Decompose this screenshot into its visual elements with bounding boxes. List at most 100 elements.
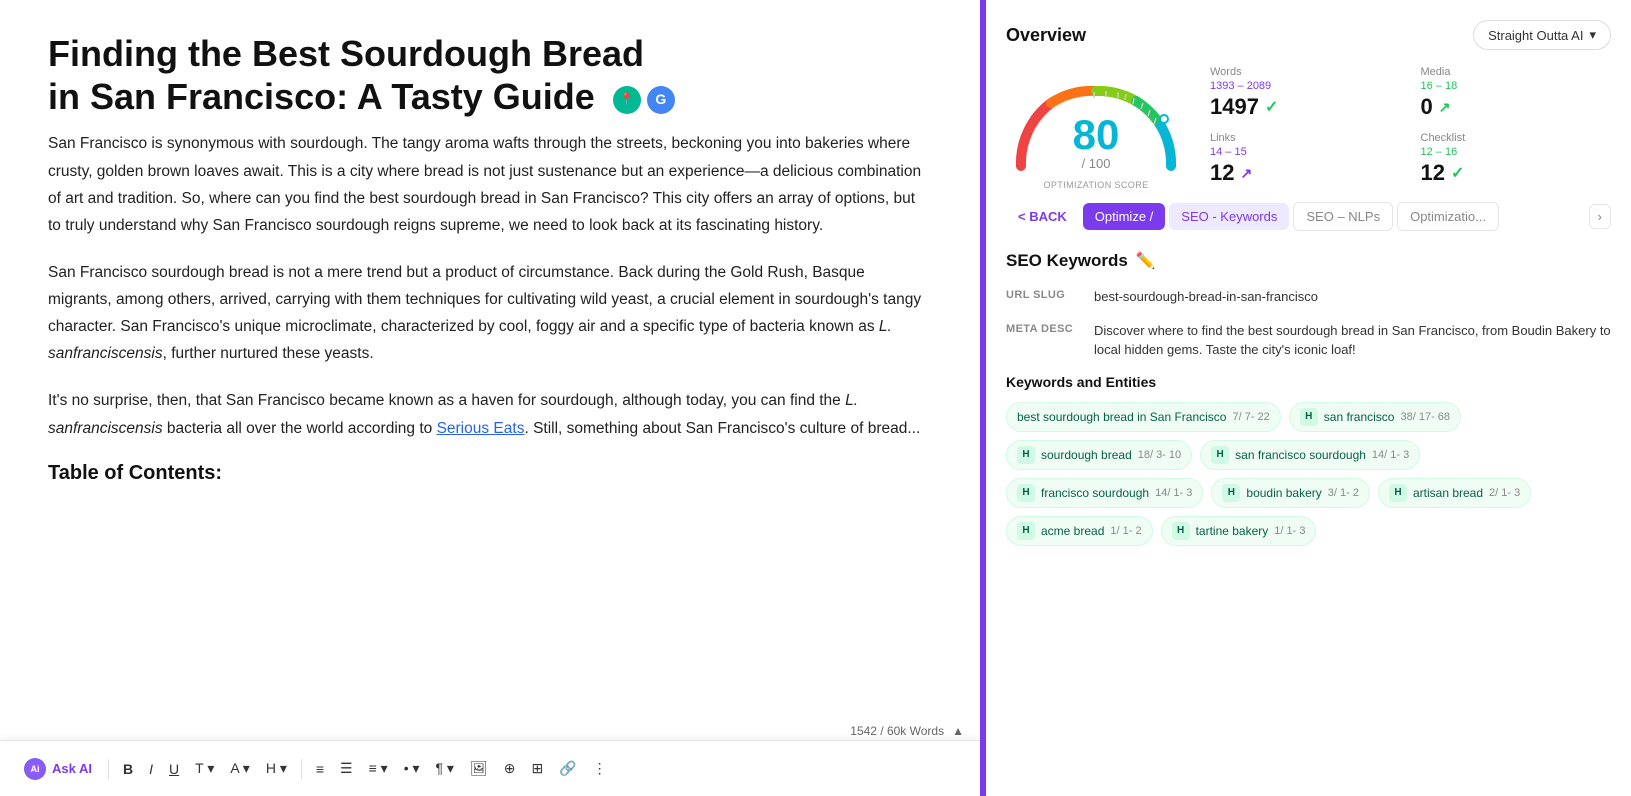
links-label: Links <box>1210 132 1401 144</box>
url-slug-value: best-sourdough-bread-in-san-francisco <box>1094 287 1318 307</box>
tab-back-button[interactable]: < BACK <box>1006 203 1079 230</box>
editor-toolbar: Ai Ask AI B I U T ▾ A ▾ H ▾ ≡ ☰ ≡ ▾ • ▾ … <box>0 740 980 796</box>
tab-seo-keywords-button[interactable]: SEO - Keywords <box>1169 203 1289 230</box>
underline-button[interactable]: U <box>163 757 185 781</box>
h-badge: H <box>1017 484 1035 502</box>
ai-mode-label: Straight Outta AI <box>1488 28 1583 43</box>
stat-links: Links 14 – 15 12 ↗ <box>1210 132 1401 186</box>
keyword-tag[interactable]: Hfrancisco sourdough14/ 1- 3 <box>1006 478 1203 508</box>
word-count-bar: 1542 / 60k Words ▲ <box>850 724 964 738</box>
words-value: 1497 ✓ <box>1210 94 1401 120</box>
keyword-nums: 18/ 3- 10 <box>1138 449 1181 461</box>
ask-ai-button[interactable]: Ai Ask AI <box>16 754 100 784</box>
keywords-grid: best sourdough bread in San Francisco7/ … <box>1006 402 1611 546</box>
align-center-button[interactable]: ☰ <box>334 756 359 781</box>
keyword-tag[interactable]: Hsan francisco38/ 17- 68 <box>1289 402 1461 432</box>
h-badge: H <box>1300 408 1318 426</box>
meta-desc-row: META DESC Discover where to find the bes… <box>1006 321 1611 360</box>
tab-seo-nlps-button[interactable]: SEO – NLPs <box>1293 202 1393 231</box>
table-of-contents: Table of Contents: <box>48 462 932 493</box>
media-label: Media <box>1421 66 1612 78</box>
media-range: 16 – 18 <box>1421 80 1612 92</box>
stats-grid: Words 1393 – 2089 1497 ✓ Media 16 – 18 0… <box>1210 66 1611 186</box>
keyword-nums: 14/ 1- 3 <box>1372 449 1409 461</box>
h-badge: H <box>1222 484 1240 502</box>
h-badge: H <box>1172 522 1190 540</box>
editor-body: San Francisco is synonymous with sourdou… <box>48 130 932 441</box>
keywords-entities-title: Keywords and Entities <box>1006 374 1611 390</box>
h-badge: H <box>1211 446 1229 464</box>
keyword-nums: 1/ 1- 3 <box>1274 525 1305 537</box>
right-panel[interactable]: Overview Straight Outta AI ▾ <box>986 0 1631 796</box>
collapse-icon[interactable]: ▲ <box>952 724 964 738</box>
links-range: 14 – 15 <box>1210 146 1401 158</box>
words-range: 1393 – 2089 <box>1210 80 1401 92</box>
font-size-button[interactable]: A ▾ <box>224 756 255 781</box>
keyword-tag[interactable]: Htartine bakery1/ 1- 3 <box>1161 516 1317 546</box>
tab-optimize-button[interactable]: Optimize / <box>1083 203 1166 230</box>
tabs-chevron-right[interactable]: › <box>1589 204 1611 229</box>
paragraph-1: San Francisco is synonymous with sourdou… <box>48 130 932 239</box>
keyword-tag[interactable]: Hboudin bakery3/ 1- 2 <box>1211 478 1370 508</box>
words-check-icon: ✓ <box>1265 97 1278 117</box>
ask-ai-label: Ask AI <box>52 761 92 776</box>
tabs-row: < BACK Optimize / SEO - Keywords SEO – N… <box>1006 202 1611 231</box>
toolbar-divider-2 <box>301 759 302 779</box>
h-badge: H <box>1017 522 1035 540</box>
media-arrow-icon: ↗ <box>1439 99 1451 116</box>
editor-panel: Finding the Best Sourdough Bread in San … <box>0 0 980 796</box>
keyword-tag[interactable]: Hartisan bread2/ 1- 3 <box>1378 478 1531 508</box>
plus-button[interactable]: ⊕ <box>498 756 522 781</box>
bullet-button[interactable]: • ▾ <box>398 756 426 781</box>
keyword-text: acme bread <box>1041 524 1104 538</box>
text-format-button[interactable]: T ▾ <box>189 756 220 781</box>
keyword-nums: 14/ 1- 3 <box>1155 487 1192 499</box>
keyword-nums: 38/ 17- 68 <box>1400 411 1450 423</box>
link-button[interactable]: 🔗 <box>553 756 582 781</box>
italic-button[interactable]: I <box>143 757 159 781</box>
list-button[interactable]: ≡ ▾ <box>363 756 394 781</box>
grammarly-icon: G <box>647 86 675 114</box>
keyword-tag[interactable]: Hsourdough bread 18/ 3- 10 <box>1006 440 1192 470</box>
ai-mode-dropdown[interactable]: Straight Outta AI ▾ <box>1473 20 1611 50</box>
media-value: 0 ↗ <box>1421 94 1612 120</box>
seo-keywords-section: SEO Keywords ✏️ URL SLUG best-sourdough-… <box>1006 251 1611 546</box>
keyword-tag[interactable]: Hacme bread1/ 1- 2 <box>1006 516 1153 546</box>
keyword-tag[interactable]: best sourdough bread in San Francisco7/ … <box>1006 402 1281 432</box>
tab-optimization-button[interactable]: Optimizatio... <box>1397 202 1499 231</box>
gauge-score: 80 / 100 <box>1073 114 1120 171</box>
gauge-denom: / 100 <box>1073 156 1120 171</box>
stat-words: Words 1393 – 2089 1497 ✓ <box>1210 66 1401 120</box>
keyword-text: san francisco sourdough <box>1235 448 1366 462</box>
image-button[interactable]: 🖼 <box>464 756 494 781</box>
keyword-text: best sourdough bread in San Francisco <box>1017 410 1226 424</box>
checklist-range: 12 – 16 <box>1421 146 1612 158</box>
paragraph-3: It's no surprise, then, that San Francis… <box>48 387 932 441</box>
editor-content[interactable]: Finding the Best Sourdough Bread in San … <box>0 0 980 796</box>
heading-button[interactable]: H ▾ <box>260 756 293 781</box>
checklist-label: Checklist <box>1421 132 1612 144</box>
align-left-button[interactable]: ≡ <box>310 757 330 781</box>
h-badge: H <box>1389 484 1407 502</box>
gauge-number: 80 <box>1073 114 1120 156</box>
word-count: 1542 / 60k Words <box>850 724 944 738</box>
keyword-text: sourdough bread <box>1041 448 1132 462</box>
gauge-stats-area: 80 / 100 OPTIMIZATION SCORE Words 1393 –… <box>1006 66 1611 186</box>
h-badge: H <box>1017 446 1035 464</box>
keyword-text: artisan bread <box>1413 486 1483 500</box>
article-title: Finding the Best Sourdough Bread in San … <box>48 32 932 118</box>
edit-icon[interactable]: ✏️ <box>1136 251 1156 271</box>
paragraph-button[interactable]: ¶ ▾ <box>430 756 460 781</box>
gauge-label: OPTIMIZATION SCORE <box>1006 180 1186 190</box>
bold-button[interactable]: B <box>117 757 139 781</box>
gauge-container: 80 / 100 OPTIMIZATION SCORE <box>1006 71 1186 181</box>
stat-media: Media 16 – 18 0 ↗ <box>1421 66 1612 120</box>
url-slug-label: URL SLUG <box>1006 287 1078 301</box>
columns-button[interactable]: ⊞ <box>525 756 549 781</box>
meta-desc-label: META DESC <box>1006 321 1078 335</box>
keyword-tag[interactable]: Hsan francisco sourdough 14/ 1- 3 <box>1200 440 1420 470</box>
paragraph-2: San Francisco sourdough bread is not a m… <box>48 259 932 368</box>
url-slug-row: URL SLUG best-sourdough-bread-in-san-fra… <box>1006 287 1611 307</box>
more-button[interactable]: ⋮ <box>587 756 613 781</box>
stat-checklist: Checklist 12 – 16 12 ✓ <box>1421 132 1612 186</box>
